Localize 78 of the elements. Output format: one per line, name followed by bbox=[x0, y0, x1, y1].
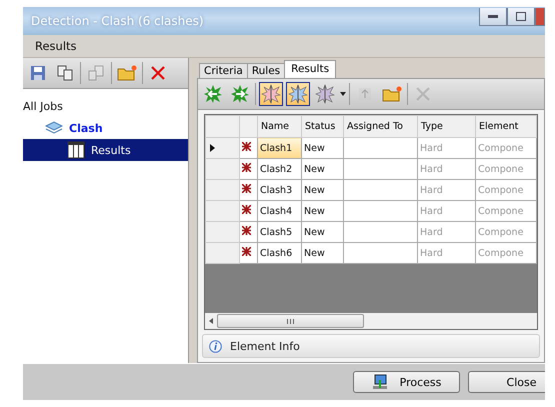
clash-icon bbox=[242, 205, 251, 214]
table-cell: Clash2 bbox=[258, 158, 302, 180]
process-button[interactable]: Process bbox=[353, 371, 460, 393]
dropdown-arrow-icon[interactable] bbox=[340, 92, 346, 96]
info-bar[interactable]: Element Info bbox=[202, 334, 540, 358]
table-cell: Compone bbox=[476, 242, 536, 264]
grip-icon bbox=[287, 318, 294, 324]
table-cell: Clash4 bbox=[258, 200, 302, 222]
stack-icon bbox=[45, 121, 63, 135]
copy-icon bbox=[57, 65, 73, 81]
table-cell: Clash1 bbox=[258, 138, 302, 158]
delete-icon bbox=[150, 65, 166, 81]
clash-star-icon bbox=[288, 84, 308, 104]
maximize-button[interactable] bbox=[507, 8, 535, 26]
table-cell: New bbox=[302, 180, 344, 200]
row-header[interactable] bbox=[206, 138, 240, 158]
table-cell: Hard bbox=[418, 242, 476, 264]
clash-icon bbox=[242, 163, 251, 172]
current-row-icon bbox=[210, 144, 215, 152]
clash-icon bbox=[242, 247, 251, 256]
clash-star-icon bbox=[261, 84, 281, 104]
info-icon bbox=[209, 340, 222, 352]
scroll-left-icon bbox=[209, 318, 213, 324]
tab[interactable]: Rules bbox=[246, 63, 286, 78]
close-button[interactable]: Close bbox=[468, 371, 545, 393]
table-cell: Clash3 bbox=[258, 180, 302, 200]
table-cell: New bbox=[302, 138, 344, 158]
tree-item-label[interactable]: Clash bbox=[69, 122, 103, 134]
folder-icon bbox=[382, 86, 402, 102]
minimize-button[interactable] bbox=[479, 8, 507, 26]
table-cell: Compone bbox=[476, 158, 536, 180]
table-cell: Hard bbox=[418, 222, 476, 242]
column-header[interactable]: Type bbox=[418, 116, 476, 138]
clash-star-icon bbox=[315, 84, 335, 104]
window-title: Detection - Clash (6 clashes) bbox=[30, 14, 204, 28]
table-cell: Hard bbox=[418, 158, 476, 180]
table-cell: Hard bbox=[418, 180, 476, 200]
maximize-icon bbox=[516, 12, 526, 21]
table-cell: Compone bbox=[476, 180, 536, 200]
minimize-icon bbox=[488, 14, 498, 18]
toolbar-button[interactable] bbox=[286, 82, 310, 106]
column-header[interactable]: Assigned To bbox=[344, 116, 418, 138]
save-icon bbox=[30, 65, 46, 81]
column-header[interactable]: Element bbox=[476, 116, 536, 138]
scrollbar-thumb[interactable] bbox=[217, 314, 364, 328]
tree-item-label[interactable]: Results bbox=[91, 144, 131, 156]
table-cell: New bbox=[302, 222, 344, 242]
paste-icon bbox=[88, 65, 104, 81]
toolbar-button[interactable] bbox=[259, 82, 283, 106]
tab[interactable]: Results bbox=[284, 60, 336, 78]
horizontal-scrollbar[interactable] bbox=[205, 313, 537, 329]
table-cell: Hard bbox=[418, 200, 476, 222]
clash-icon bbox=[242, 142, 251, 151]
toolbar-button[interactable] bbox=[313, 82, 337, 106]
table-cell: Hard bbox=[418, 138, 476, 158]
star-arrow-icon bbox=[230, 84, 250, 104]
column-header[interactable]: Status bbox=[302, 116, 344, 138]
table-cell: New bbox=[302, 242, 344, 264]
column-header[interactable]: Name bbox=[258, 116, 302, 138]
computer-icon bbox=[372, 374, 388, 390]
star-arrow-icon bbox=[203, 84, 223, 104]
table-cell: Compone bbox=[476, 138, 536, 158]
table-cell: Clash5 bbox=[258, 222, 302, 242]
clash-icon bbox=[242, 226, 251, 235]
info-label: Element Info bbox=[230, 340, 300, 352]
tab[interactable]: Criteria bbox=[199, 63, 248, 78]
grid-icon bbox=[67, 141, 85, 159]
table-cell: Compone bbox=[476, 222, 536, 242]
table-cell: New bbox=[302, 200, 344, 222]
clash-icon bbox=[242, 184, 251, 193]
table-cell: New bbox=[302, 158, 344, 180]
table-cell: Clash6 bbox=[258, 242, 302, 264]
folder-icon bbox=[117, 65, 137, 81]
tree-item-label[interactable]: All Jobs bbox=[23, 100, 63, 112]
table-cell: Compone bbox=[476, 200, 536, 222]
tree-item-highlight[interactable]: Results bbox=[23, 139, 188, 161]
menu-item[interactable]: Results bbox=[31, 37, 81, 55]
delete-icon bbox=[415, 86, 431, 102]
